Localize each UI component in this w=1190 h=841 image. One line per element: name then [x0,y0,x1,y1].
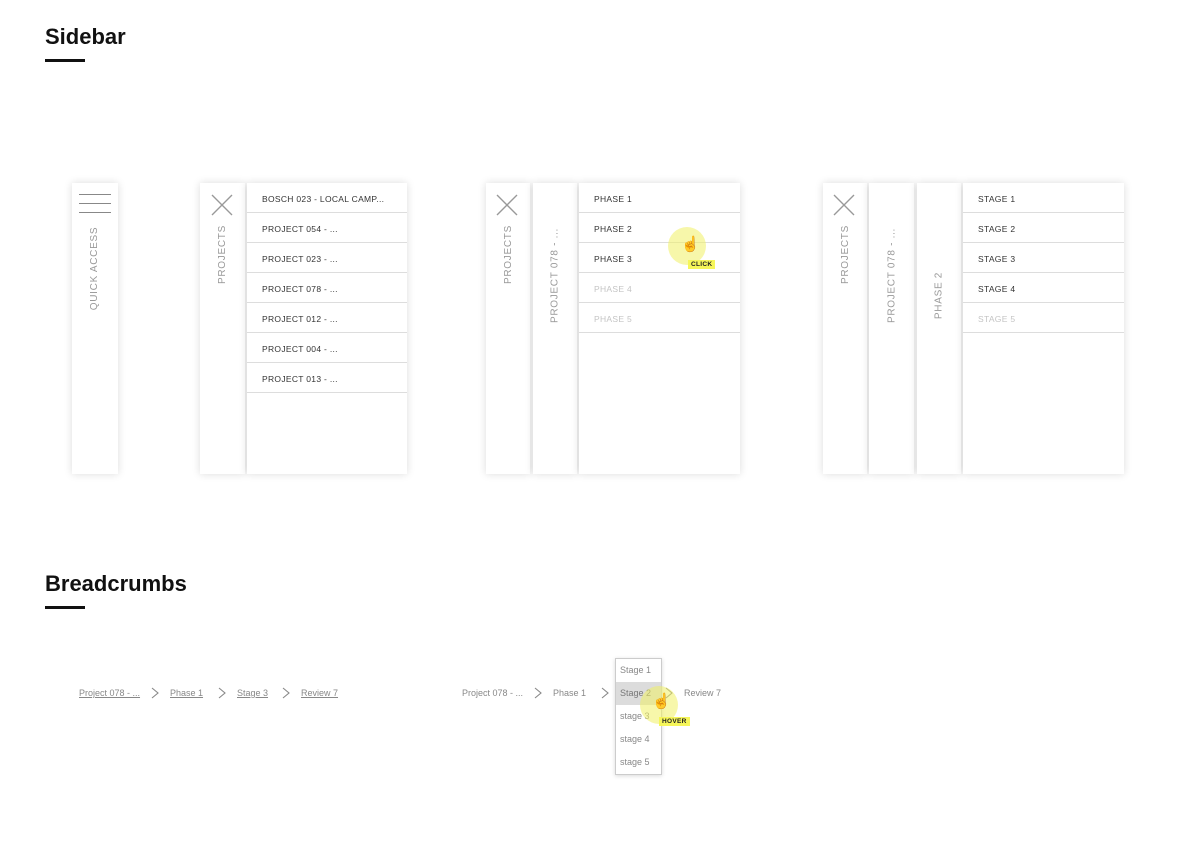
chevron-right-icon [218,687,226,699]
project-rail-label[interactable]: PROJECT 078 - ... [550,226,561,326]
chevron-right-icon [151,687,159,699]
stages-list: STAGE 1 STAGE 2 STAGE 3 STAGE 4 STAGE 5 [963,183,1124,333]
breadcrumbs-section-title: Breadcrumbs [45,571,187,596]
list-item[interactable]: PROJECT 004 - ... [247,333,407,363]
section-underline [45,606,85,609]
chevron-right-icon [601,687,609,699]
projects-rail-label[interactable]: PROJECTS [840,207,851,302]
list-item[interactable]: STAGE 4 [963,273,1124,303]
phase-rail: PHASE 2 [917,183,961,474]
breadcrumb-item[interactable]: Stage 3 [237,688,268,698]
dropdown-option[interactable]: Stage 1 [616,659,661,682]
quick-access-rail: QUICK ACCESS [72,183,118,474]
click-indicator-tag: CLICK [688,260,716,269]
projects-rail-label[interactable]: PROJECTS [217,207,228,302]
breadcrumb-item[interactable]: Review 7 [301,688,338,698]
projects-rail: PROJECTS [200,183,245,474]
list-item[interactable]: PROJECT 012 - ... [247,303,407,333]
list-item[interactable]: PHASE 5 [579,303,740,333]
list-item[interactable]: STAGE 2 [963,213,1124,243]
chevron-right-icon [534,687,542,699]
hamburger-menu-icon[interactable] [79,194,111,214]
phases-list: PHASE 1 PHASE 2 PHASE 3 PHASE 4 PHASE 5 [579,183,740,333]
list-item[interactable]: PROJECT 054 - ... [247,213,407,243]
projects-rail-label[interactable]: PROJECTS [503,207,514,302]
hover-indicator-tag: HOVER [659,717,690,726]
projects-list: BOSCH 023 - LOCAL CAMP... PROJECT 054 - .… [247,183,407,393]
hand-cursor-icon: ☝ [652,693,671,710]
dropdown-option[interactable]: stage 5 [616,751,661,774]
stages-panel: STAGE 1 STAGE 2 STAGE 3 STAGE 4 STAGE 5 [963,183,1124,474]
projects-rail: PROJECTS [486,183,530,474]
phases-panel: PHASE 1 PHASE 2 PHASE 3 PHASE 4 PHASE 5 [579,183,740,474]
breadcrumb-item[interactable]: Project 078 - ... [79,688,140,698]
projects-rail: PROJECTS [823,183,867,474]
chevron-right-icon [282,687,290,699]
list-item[interactable]: STAGE 3 [963,243,1124,273]
hand-cursor-icon: ☝ [681,236,700,253]
phase-rail-label[interactable]: PHASE 2 [934,248,945,344]
breadcrumb-item[interactable]: Review 7 [684,688,721,698]
breadcrumb-item[interactable]: Project 078 - ... [462,688,523,698]
section-underline [45,59,85,62]
list-item[interactable]: PROJECT 078 - ... [247,273,407,303]
quick-access-label[interactable]: QUICK ACCESS [89,221,100,316]
list-item[interactable]: PHASE 2 [579,213,740,243]
projects-panel: BOSCH 023 - LOCAL CAMP... PROJECT 054 - .… [247,183,407,474]
project-rail-label[interactable]: PROJECT 078 - ... [887,226,898,326]
list-item[interactable]: STAGE 5 [963,303,1124,333]
list-item[interactable]: PHASE 1 [579,183,740,213]
project-rail: PROJECT 078 - ... [533,183,577,474]
list-item[interactable]: PHASE 4 [579,273,740,303]
list-item[interactable]: PROJECT 013 - ... [247,363,407,393]
dropdown-option[interactable]: stage 4 [616,728,661,751]
sidebar-section-title: Sidebar [45,24,126,49]
list-item[interactable]: PHASE 3 [579,243,740,273]
list-item[interactable]: PROJECT 023 - ... [247,243,407,273]
project-rail: PROJECT 078 - ... [869,183,914,474]
breadcrumb-item[interactable]: Phase 1 [170,688,203,698]
breadcrumb-item[interactable]: Phase 1 [553,688,586,698]
list-item[interactable]: STAGE 1 [963,183,1124,213]
list-item[interactable]: BOSCH 023 - LOCAL CAMP... [247,183,407,213]
